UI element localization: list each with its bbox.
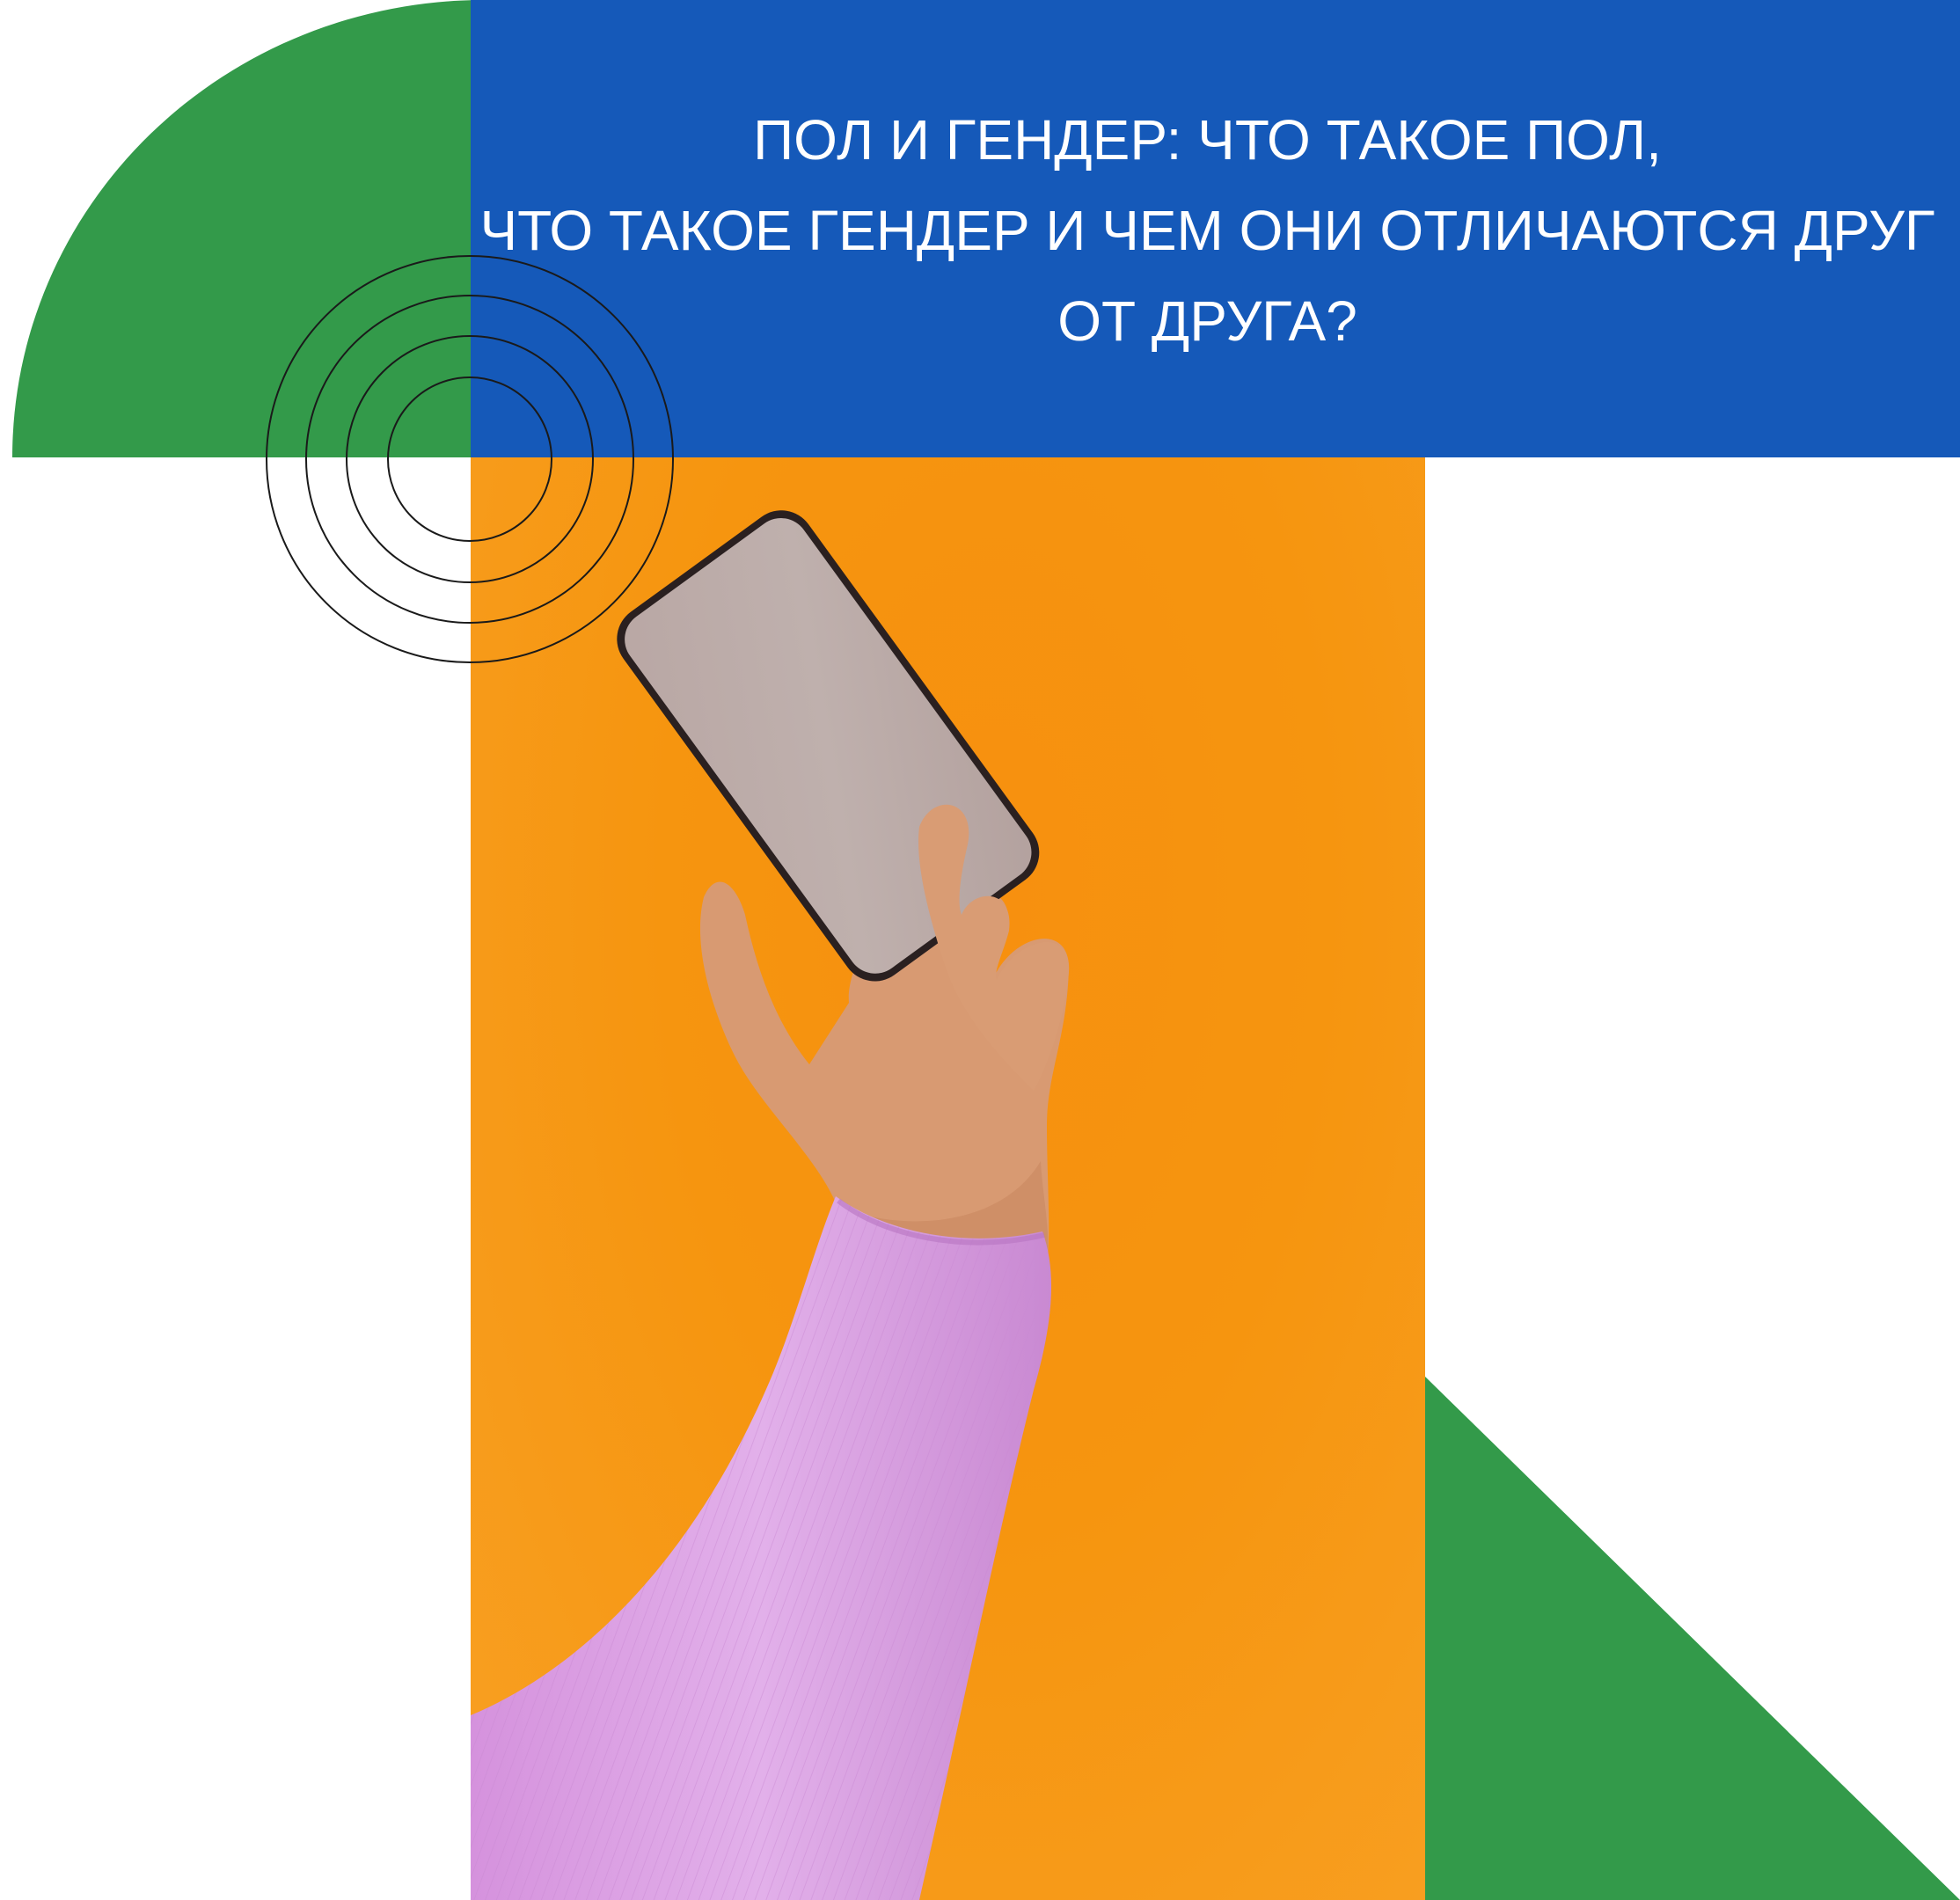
sleeve-texture [471, 1196, 1052, 1900]
concentric-rings-icon [266, 255, 674, 663]
hand-phone-illustration [471, 510, 1070, 1900]
poster: ПОЛ И ГЕНДЕР: ЧТО ТАКОЕ ПОЛ, ЧТО ТАКОЕ Г… [0, 0, 1960, 1900]
hand-phone-photo [471, 457, 1425, 1900]
title-line-1: ПОЛ И ГЕНДЕР: ЧТО ТАКОЕ ПОЛ, [753, 108, 1662, 172]
